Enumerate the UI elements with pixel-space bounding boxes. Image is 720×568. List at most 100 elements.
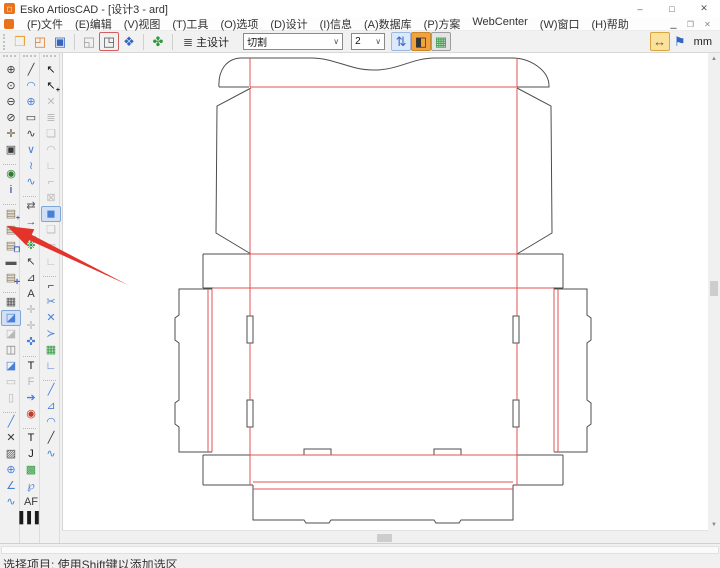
delete-selection-tool[interactable]: ✕	[41, 94, 61, 110]
rebuild-design-button[interactable]: ◳	[99, 32, 119, 51]
remove-fill-tool[interactable]: ◪	[1, 326, 21, 342]
measure-tool[interactable]: ⇄	[21, 198, 41, 214]
view-graphics-tool[interactable]: ▣	[1, 142, 21, 158]
mdi-restore-button[interactable]: ❐	[682, 17, 699, 31]
dimension-slash-tool[interactable]: ╱	[41, 430, 61, 446]
menu-item-8[interactable]: (P)方案	[418, 16, 467, 32]
text-on-arc-tool[interactable]: A	[21, 286, 41, 302]
dimension-angle-tool[interactable]: ⊿	[41, 398, 61, 414]
close-button[interactable]: ✕	[688, 0, 720, 17]
chamfer-tool[interactable]: ⌐	[41, 174, 61, 190]
line-styles-button[interactable]: ▦	[431, 32, 451, 51]
menu-item-7[interactable]: (A)数据库	[358, 16, 418, 32]
webcenter-publish-button[interactable]: ⚑	[670, 32, 690, 51]
spline-tool[interactable]: ≀	[21, 158, 41, 174]
move-tool[interactable]: ✛	[21, 302, 41, 318]
save-button[interactable]: ▣	[50, 32, 70, 51]
line-type-combobox[interactable]: 切割 ∨	[243, 33, 343, 50]
rectangle-tool[interactable]: ▭	[21, 110, 41, 126]
edit-line-tool[interactable]: ╱	[1, 414, 21, 430]
table-tool[interactable]: ▦	[1, 294, 21, 310]
menu-item-10[interactable]: (W)窗口	[534, 16, 586, 32]
cube-view-tool[interactable]: ◼	[41, 206, 61, 222]
add-graphics-tool[interactable]: ▤+	[1, 206, 21, 222]
knife-tool[interactable]: ✂	[41, 294, 61, 310]
multi-select-tool[interactable]: ↖+	[41, 78, 61, 94]
menu-item-5[interactable]: (D)设计	[264, 16, 313, 32]
vertical-scroll-thumb[interactable]	[710, 281, 718, 296]
horizontal-scroll-thumb[interactable]	[377, 534, 392, 542]
menu-item-6[interactable]: (I)信息	[314, 16, 358, 32]
open-standard-button[interactable]: ◰	[30, 32, 50, 51]
scroll-up-icon[interactable]: ▲	[708, 53, 720, 64]
export-graphics-tool[interactable]: ▤↓	[1, 222, 21, 238]
cross-cut-tool[interactable]: ✕	[41, 310, 61, 326]
corner-lines-tool[interactable]: ∠	[1, 478, 21, 494]
dimension-tool[interactable]: →	[21, 214, 41, 230]
add-fill-tool[interactable]: ◪	[1, 358, 21, 374]
edit-curve-tool[interactable]: ∿	[1, 494, 21, 510]
hatch-fill-tool[interactable]: ▩	[21, 462, 41, 478]
hatch-tool[interactable]: ▨	[1, 446, 21, 462]
arc-tool[interactable]: ◠	[21, 78, 41, 94]
line-tool[interactable]: ╱	[21, 62, 41, 78]
scroll-down-icon[interactable]: ▼	[708, 519, 720, 530]
bridge-tool[interactable]: ≻	[41, 326, 61, 342]
mdi-minimize-button[interactable]: ▁	[665, 17, 682, 31]
text-item-tool[interactable]: T	[21, 430, 41, 446]
bitmap-frame-tool[interactable]: ⊠	[41, 190, 61, 206]
delete-tool[interactable]: ✕	[1, 430, 21, 446]
edit-group-tool[interactable]: ❏	[41, 126, 61, 142]
viewpoint-tool[interactable]: ◉	[21, 406, 41, 422]
edit-circle-tool[interactable]: ⊕	[1, 462, 21, 478]
copies-tool[interactable]: ❏	[41, 222, 61, 238]
info-tool[interactable]: i	[1, 182, 21, 198]
open-button[interactable]: ❒	[10, 32, 30, 51]
outline-fill-tool[interactable]: ◫	[1, 342, 21, 358]
ruler-tool[interactable]: ⊿	[21, 270, 41, 286]
adjust-outlines-button[interactable]: ↔	[650, 32, 670, 51]
layers-tool[interactable]: ≣	[41, 110, 61, 126]
dimension-curve-tool[interactable]: ∿	[41, 446, 61, 462]
layer-highlight-button[interactable]: ◧	[411, 32, 431, 51]
arrow-annotation-tool[interactable]: ➔	[21, 390, 41, 406]
italic-text-tool[interactable]: J	[21, 446, 41, 462]
drawing-canvas[interactable]	[62, 53, 708, 530]
menu-item-9[interactable]: WebCenter	[466, 16, 533, 32]
fill-tool[interactable]: ◪	[1, 310, 21, 326]
convert-to-3d-button[interactable]: ❖	[119, 32, 139, 51]
circle-tool[interactable]: ⊕	[21, 94, 41, 110]
select-tool[interactable]: ↖	[41, 62, 61, 78]
menu-item-1[interactable]: (E)编辑	[69, 16, 118, 32]
horizontal-scrollbar[interactable]	[62, 530, 708, 543]
zoom-previous-tool[interactable]: ⊙	[1, 78, 21, 94]
autofill-tool[interactable]: AF	[21, 494, 41, 510]
screen-output-tool[interactable]: ▬	[1, 254, 21, 270]
wave-tool[interactable]: ∿	[21, 174, 41, 190]
recenter-tool[interactable]: ◉	[1, 166, 21, 182]
zoom-out-tool[interactable]: ⊖	[1, 94, 21, 110]
group-tool[interactable]: ▭	[1, 374, 21, 390]
steps-tool[interactable]: ∟	[41, 254, 61, 270]
pointage-combobox[interactable]: 2 ∨	[351, 33, 385, 50]
maximize-button[interactable]: □	[656, 0, 688, 17]
dimension-arc-tool[interactable]: ◠	[41, 414, 61, 430]
attachment-tool[interactable]: ℘	[21, 478, 41, 494]
menu-item-4[interactable]: (O)选项	[214, 16, 264, 32]
cross-references-button[interactable]: ✤	[148, 32, 168, 51]
corner-cut-tool[interactable]: ⌐	[41, 278, 61, 294]
polyline-tool[interactable]: ∨	[21, 142, 41, 158]
counter-tool[interactable]: ▦	[41, 342, 61, 358]
move-graphics-tool[interactable]: ▤✛	[1, 270, 21, 286]
menu-item-11[interactable]: (H)帮助	[586, 16, 635, 32]
copy-graphics-tool[interactable]: ▤❐	[1, 238, 21, 254]
dimension-line-tool[interactable]: ╱	[41, 382, 61, 398]
menu-item-0[interactable]: (F)文件	[21, 16, 69, 32]
zoom-window-tool[interactable]: ⊘	[1, 110, 21, 126]
menu-item-3[interactable]: (T)工具	[166, 16, 214, 32]
menu-item-2[interactable]: (V)视图	[118, 16, 167, 32]
paragraph-tool[interactable]: F	[21, 374, 41, 390]
fillet-tool[interactable]: ∟	[41, 158, 61, 174]
design-history-button[interactable]: ◱	[79, 32, 99, 51]
edit-arc-tool[interactable]: ◠	[41, 142, 61, 158]
